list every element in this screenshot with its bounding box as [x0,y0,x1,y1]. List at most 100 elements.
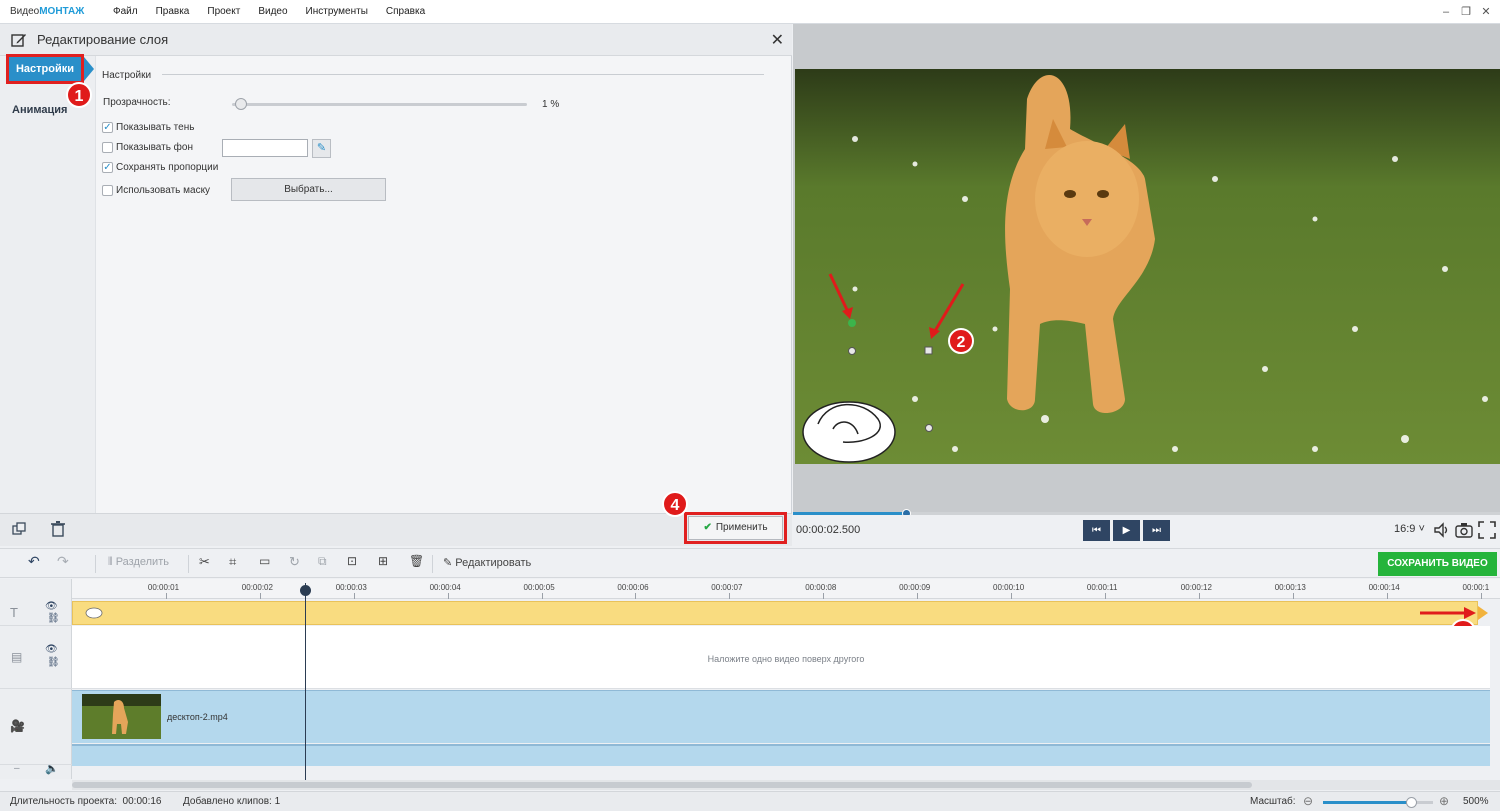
clips-count: Добавлено клипов: 1 [183,796,280,807]
arrow-marker-3 [1420,607,1476,619]
opacity-slider-thumb[interactable] [234,98,247,110]
layer-edit-panel: Редактирование слоя ✕ Настройки Анимация… [0,24,792,546]
title-track[interactable] [72,601,1478,625]
timeline-ruler[interactable]: 00:00:01 00:00:02 00:00:03 00:00:04 00:00:05… [72,579,1500,599]
menu-project[interactable]: Проект [198,6,249,17]
ruler-tick [1292,593,1294,599]
ruler-tick [447,593,449,599]
zoom-label: Масштаб: [1250,796,1296,807]
zoom-clip-icon[interactable]: ⧉ [318,554,327,569]
minimize-icon[interactable]: – [1438,4,1454,20]
ruler-tick [729,593,731,599]
step-badge-2: 2 [948,328,974,354]
zoom-slider-thumb[interactable] [1406,797,1417,808]
video-preview[interactable] [795,69,1500,464]
menu-help[interactable]: Справка [377,6,434,17]
close-window-icon[interactable]: ✕ [1478,4,1494,20]
effects-icon[interactable]: ⊡ [347,554,357,568]
menu-tools[interactable]: Инструменты [297,6,377,17]
tab-settings[interactable]: Настройки [6,54,84,84]
ruler-tick-label: 00:00:13 [1274,583,1306,592]
link-icon[interactable]: ⛓ [47,613,60,624]
side-tabs [0,56,96,513]
tab-animation[interactable]: Анимация [12,104,67,116]
audio-track[interactable] [72,744,1490,766]
status-bar: Длительность проекта: 00:00:16 Добавлено… [0,791,1500,811]
menu-file[interactable]: Файл [104,6,147,17]
tab-arrow [84,57,94,81]
playhead-knob[interactable] [300,585,311,596]
checkmark-icon: ✔ [703,522,712,533]
undo-icon[interactable]: ↶ [28,553,40,570]
show-background-checkbox[interactable] [102,142,113,153]
edit-icon [11,34,26,47]
ruler-tick [917,593,919,599]
edit-button[interactable]: ✎ Редактировать [443,556,531,569]
save-video-button[interactable]: СОХРАНИТЬ ВИДЕО [1378,552,1497,576]
insert-icon[interactable]: ⊞ [378,554,388,568]
timecode: 00:00:02.500 [796,524,861,536]
split-icon: ⫴ [108,556,113,568]
choose-mask-button[interactable]: Выбрать... [231,178,386,201]
use-mask-checkbox[interactable] [102,185,113,196]
cut-icon[interactable]: ✂ [199,554,210,570]
step-badge-1: 1 [66,82,92,108]
audio-icon[interactable]: 🔈 [45,762,59,775]
restore-icon[interactable]: ❐ [1458,4,1474,20]
fullscreen-icon[interactable] [1478,521,1496,539]
eyedropper-icon[interactable]: ✎ [312,139,331,158]
redo-icon[interactable]: ↷ [57,553,69,570]
menu-video[interactable]: Видео [249,6,296,17]
split-button[interactable]: ⫴ Разделить [108,556,169,569]
timeline-toolbar: ↶ ↷ ⫴ Разделить ✂ ⌗ ▭ ↻ ⧉ ⊡ ⊞ 🗑 ✎ Редакт… [0,548,1500,578]
ruler-tick-label: 00:00:07 [711,583,743,592]
ruler-tick [635,593,637,599]
close-icon[interactable]: ✕ [771,30,784,50]
playhead[interactable] [305,583,306,780]
minus-icon[interactable]: – [14,763,20,774]
scrollbar-thumb[interactable] [72,782,1252,788]
frame-icon[interactable]: ▭ [259,554,270,568]
ruler-tick [1198,593,1200,599]
eye-icon[interactable]: 👁 [45,644,58,655]
overlay-track[interactable]: Наложите одно видео поверх другого [72,626,1490,689]
zoom-out-icon[interactable]: ⊖ [1303,794,1313,808]
ruler-tick-label: 00:00:1 [1462,583,1490,592]
ruler-tick [1011,593,1012,599]
show-background-label: Показывать фон [116,142,193,153]
clip-thumbnail-image [82,694,161,739]
volume-icon[interactable] [1433,521,1451,539]
show-shadow-checkbox[interactable]: ✓ [102,122,113,133]
delete-icon[interactable] [51,521,65,537]
section-title: Настройки [102,70,152,81]
zoom-slider[interactable] [1323,797,1433,808]
link-icon[interactable]: ⛓ [47,657,60,668]
menu-edit[interactable]: Правка [147,6,199,17]
snapshot-icon[interactable] [1455,521,1473,539]
timeline-scrollbar[interactable] [72,780,1500,790]
play-icon[interactable]: ▶ [1113,520,1140,541]
skip-back-icon[interactable]: ⏮ [1083,520,1110,541]
keep-ratio-checkbox[interactable]: ✓ [102,162,113,173]
video-track[interactable]: десктоп-2.mp4 [72,690,1490,743]
use-mask-label: Использовать маску [116,185,211,196]
apply-label: Применить [715,522,768,533]
skip-forward-icon[interactable]: ⏭ [1143,520,1170,541]
crop-icon[interactable]: ⌗ [229,554,236,570]
duplicate-icon[interactable] [12,522,26,536]
rotate-icon[interactable]: ↻ [289,554,300,570]
opacity-slider[interactable] [232,98,527,110]
zoom-in-icon[interactable]: ⊕ [1439,794,1449,808]
apply-button[interactable]: ✔ Применить [684,512,787,544]
edit-pencil-icon: ✎ [443,557,453,569]
track-end-handle[interactable] [1478,606,1488,620]
ruler-tick-label: 00:00:08 [805,583,837,592]
trash-icon[interactable]: 🗑 [409,554,424,568]
opacity-value: 1 % [542,99,560,110]
track-headers: T 👁 ⛓ ▤ 👁 ⛓ 🎥 – 🔈 [0,579,72,779]
aspect-ratio-select[interactable]: 16:9 ˅ [1394,523,1425,535]
background-color-field[interactable] [222,139,308,157]
film-icon: ▤ [11,650,23,664]
eye-icon[interactable]: 👁 [45,601,58,612]
clips-value: 1 [274,796,281,807]
